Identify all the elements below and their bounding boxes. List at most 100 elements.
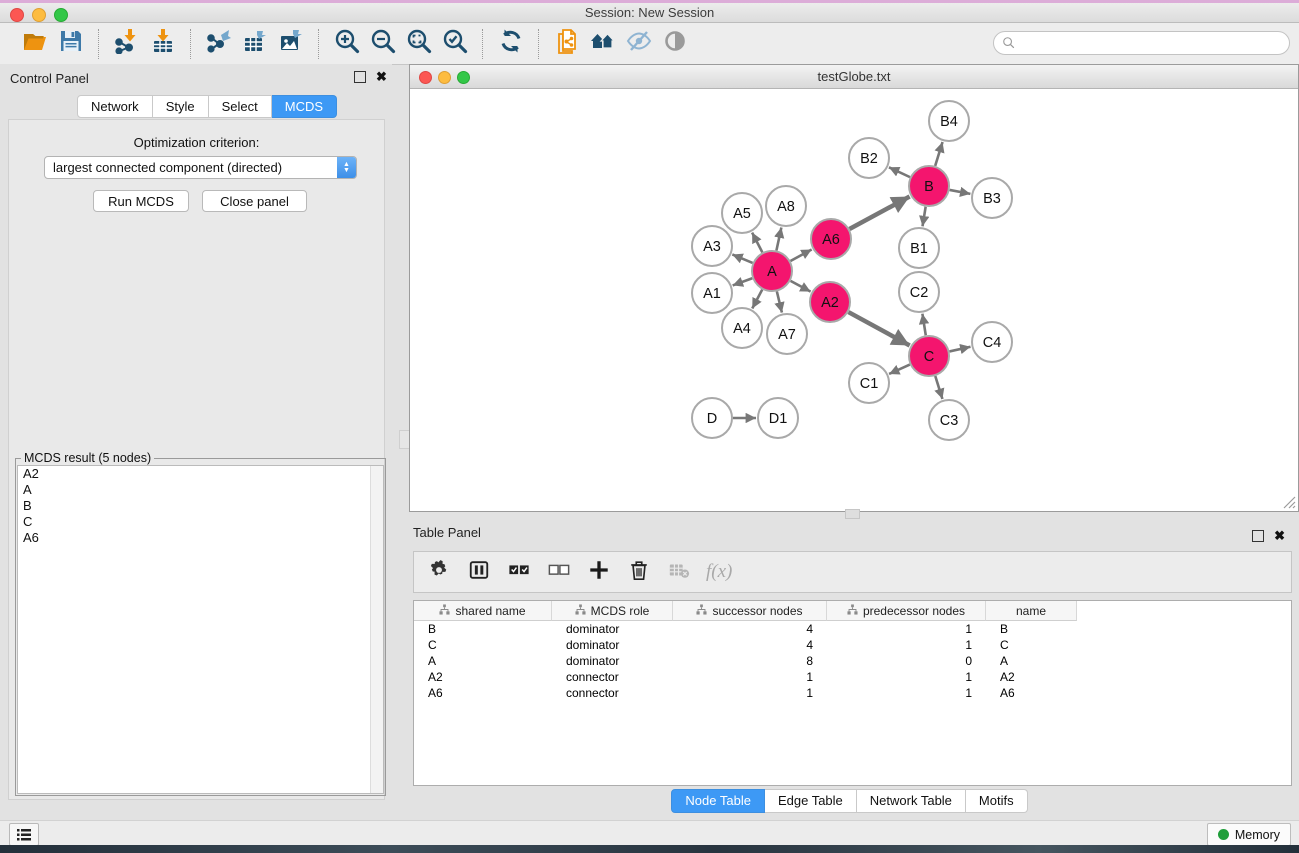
tab-network[interactable]: Network bbox=[77, 95, 153, 118]
node-A4[interactable]: A4 bbox=[722, 308, 762, 348]
edge-C-C2[interactable] bbox=[922, 314, 925, 336]
edge-B-B2[interactable] bbox=[889, 167, 910, 177]
node-A7[interactable]: A7 bbox=[767, 314, 807, 354]
edge-A-A7[interactable] bbox=[777, 291, 782, 312]
column-header-name[interactable]: name bbox=[986, 601, 1077, 621]
edge-B-B1[interactable] bbox=[923, 207, 926, 227]
table-tab-node-table[interactable]: Node Table bbox=[671, 789, 765, 813]
horizontal-splitter-handle[interactable] bbox=[845, 509, 860, 519]
resize-grip-icon[interactable] bbox=[1283, 496, 1296, 509]
node-C3[interactable]: C3 bbox=[929, 400, 969, 440]
node-A3[interactable]: A3 bbox=[692, 226, 732, 266]
edge-C-C3[interactable] bbox=[935, 376, 942, 399]
node-D1[interactable]: D1 bbox=[758, 398, 798, 438]
edge-C-C1[interactable] bbox=[889, 365, 910, 374]
run-mcds-button[interactable]: Run MCDS bbox=[93, 190, 189, 212]
close-table-panel-icon[interactable]: ✖ bbox=[1274, 531, 1285, 541]
node-A6[interactable]: A6 bbox=[811, 219, 851, 259]
column-header-successor-nodes[interactable]: successor nodes bbox=[673, 601, 827, 621]
clone-network-button[interactable] bbox=[552, 29, 582, 59]
mcds-result-item[interactable]: A2 bbox=[18, 466, 383, 482]
import-network-button[interactable] bbox=[112, 29, 142, 59]
node-C1[interactable]: C1 bbox=[849, 363, 889, 403]
float-panel-icon[interactable] bbox=[354, 71, 366, 83]
edge-A-A3[interactable] bbox=[732, 254, 752, 262]
table-settings-button[interactable] bbox=[426, 559, 452, 585]
close-panel-icon[interactable]: ✖ bbox=[376, 72, 387, 82]
table-tab-motifs[interactable]: Motifs bbox=[966, 789, 1028, 813]
edge-B-B4[interactable] bbox=[935, 142, 942, 166]
column-header-predecessor-nodes[interactable]: predecessor nodes bbox=[827, 601, 986, 621]
edge-A-A4[interactable] bbox=[752, 290, 762, 309]
zoom-fit-button[interactable] bbox=[404, 29, 434, 59]
node-B2[interactable]: B2 bbox=[849, 138, 889, 178]
mcds-result-item[interactable]: A bbox=[18, 482, 383, 498]
edge-A-A1[interactable] bbox=[733, 278, 753, 285]
node-C2[interactable]: C2 bbox=[899, 272, 939, 312]
network-window-titlebar[interactable]: testGlobe.txt bbox=[410, 65, 1298, 89]
table-tab-network-table[interactable]: Network Table bbox=[857, 789, 966, 813]
select-all-rows-button[interactable] bbox=[506, 559, 532, 585]
save-session-button[interactable] bbox=[56, 29, 86, 59]
node-B3[interactable]: B3 bbox=[972, 178, 1012, 218]
edge-B-B3[interactable] bbox=[950, 190, 971, 194]
search-input[interactable] bbox=[993, 31, 1290, 55]
export-network-button[interactable] bbox=[204, 29, 234, 59]
mcds-result-item[interactable]: B bbox=[18, 498, 383, 514]
edge-A-A5[interactable] bbox=[752, 233, 762, 253]
network-canvas[interactable]: B4 B2 B B3 A8A5 A6 A3 B1 A A1 C2 A2 A4A7 C4 C C1 C3 D D1 bbox=[411, 89, 1298, 512]
home-view-button[interactable] bbox=[588, 29, 618, 59]
node-A5[interactable]: A5 bbox=[722, 193, 762, 233]
table-row[interactable]: Cdominator41C bbox=[414, 637, 1291, 653]
edge-A-A2[interactable] bbox=[791, 281, 811, 292]
table-row[interactable]: A2connector11A2 bbox=[414, 669, 1291, 685]
add-column-button[interactable] bbox=[586, 559, 612, 585]
tab-style[interactable]: Style bbox=[153, 95, 209, 118]
close-panel-button[interactable]: Close panel bbox=[202, 190, 307, 212]
node-D[interactable]: D bbox=[692, 398, 732, 438]
zoom-selected-button[interactable] bbox=[440, 29, 470, 59]
tab-mcds[interactable]: MCDS bbox=[272, 95, 337, 118]
mcds-result-item[interactable]: C bbox=[18, 514, 383, 530]
node-B1[interactable]: B1 bbox=[899, 228, 939, 268]
delete-table-button[interactable] bbox=[666, 559, 692, 585]
node-A8[interactable]: A8 bbox=[766, 186, 806, 226]
edge-A-A8[interactable] bbox=[776, 228, 781, 251]
hide-panels-button[interactable] bbox=[624, 29, 654, 59]
memory-button[interactable]: Memory bbox=[1207, 823, 1291, 846]
column-manager-button[interactable] bbox=[466, 559, 492, 585]
task-history-button[interactable] bbox=[9, 823, 39, 846]
float-table-panel-icon[interactable] bbox=[1252, 530, 1264, 542]
optimization-criterion-select[interactable]: largest connected component (directed) ▲… bbox=[44, 156, 357, 179]
table-tab-edge-table[interactable]: Edge Table bbox=[765, 789, 857, 813]
export-image-button[interactable] bbox=[276, 29, 306, 59]
zoom-out-button[interactable] bbox=[368, 29, 398, 59]
function-builder-button[interactable]: f(x) bbox=[706, 561, 732, 583]
zoom-in-button[interactable] bbox=[332, 29, 362, 59]
table-row[interactable]: Bdominator41B bbox=[414, 621, 1291, 637]
open-file-button[interactable] bbox=[20, 29, 50, 59]
tab-select[interactable]: Select bbox=[209, 95, 272, 118]
node-B4[interactable]: B4 bbox=[929, 101, 969, 141]
table-row[interactable]: A6connector11A6 bbox=[414, 685, 1291, 701]
edge-A6-B[interactable] bbox=[849, 196, 909, 229]
node-C[interactable]: C bbox=[909, 336, 949, 376]
node-A[interactable]: A bbox=[752, 251, 792, 291]
mcds-result-item[interactable]: A6 bbox=[18, 530, 383, 546]
import-table-button[interactable] bbox=[148, 29, 178, 59]
delete-column-button[interactable] bbox=[626, 559, 652, 585]
edge-A-A6[interactable] bbox=[790, 249, 811, 260]
node-C4[interactable]: C4 bbox=[972, 322, 1012, 362]
column-header-shared-name[interactable]: shared name bbox=[414, 601, 552, 621]
scrollbar-track[interactable] bbox=[370, 466, 383, 793]
table-row[interactable]: Adominator80A bbox=[414, 653, 1291, 669]
node-A1[interactable]: A1 bbox=[692, 273, 732, 313]
export-table-button[interactable] bbox=[240, 29, 270, 59]
edge-C-C4[interactable] bbox=[949, 347, 970, 352]
edge-A2-C[interactable] bbox=[848, 312, 909, 345]
birdseye-view-button[interactable] bbox=[660, 29, 690, 59]
deselect-all-rows-button[interactable] bbox=[546, 559, 572, 585]
node-B[interactable]: B bbox=[909, 166, 949, 206]
column-header-MCDS-role[interactable]: MCDS role bbox=[552, 601, 673, 621]
node-A2[interactable]: A2 bbox=[810, 282, 850, 322]
